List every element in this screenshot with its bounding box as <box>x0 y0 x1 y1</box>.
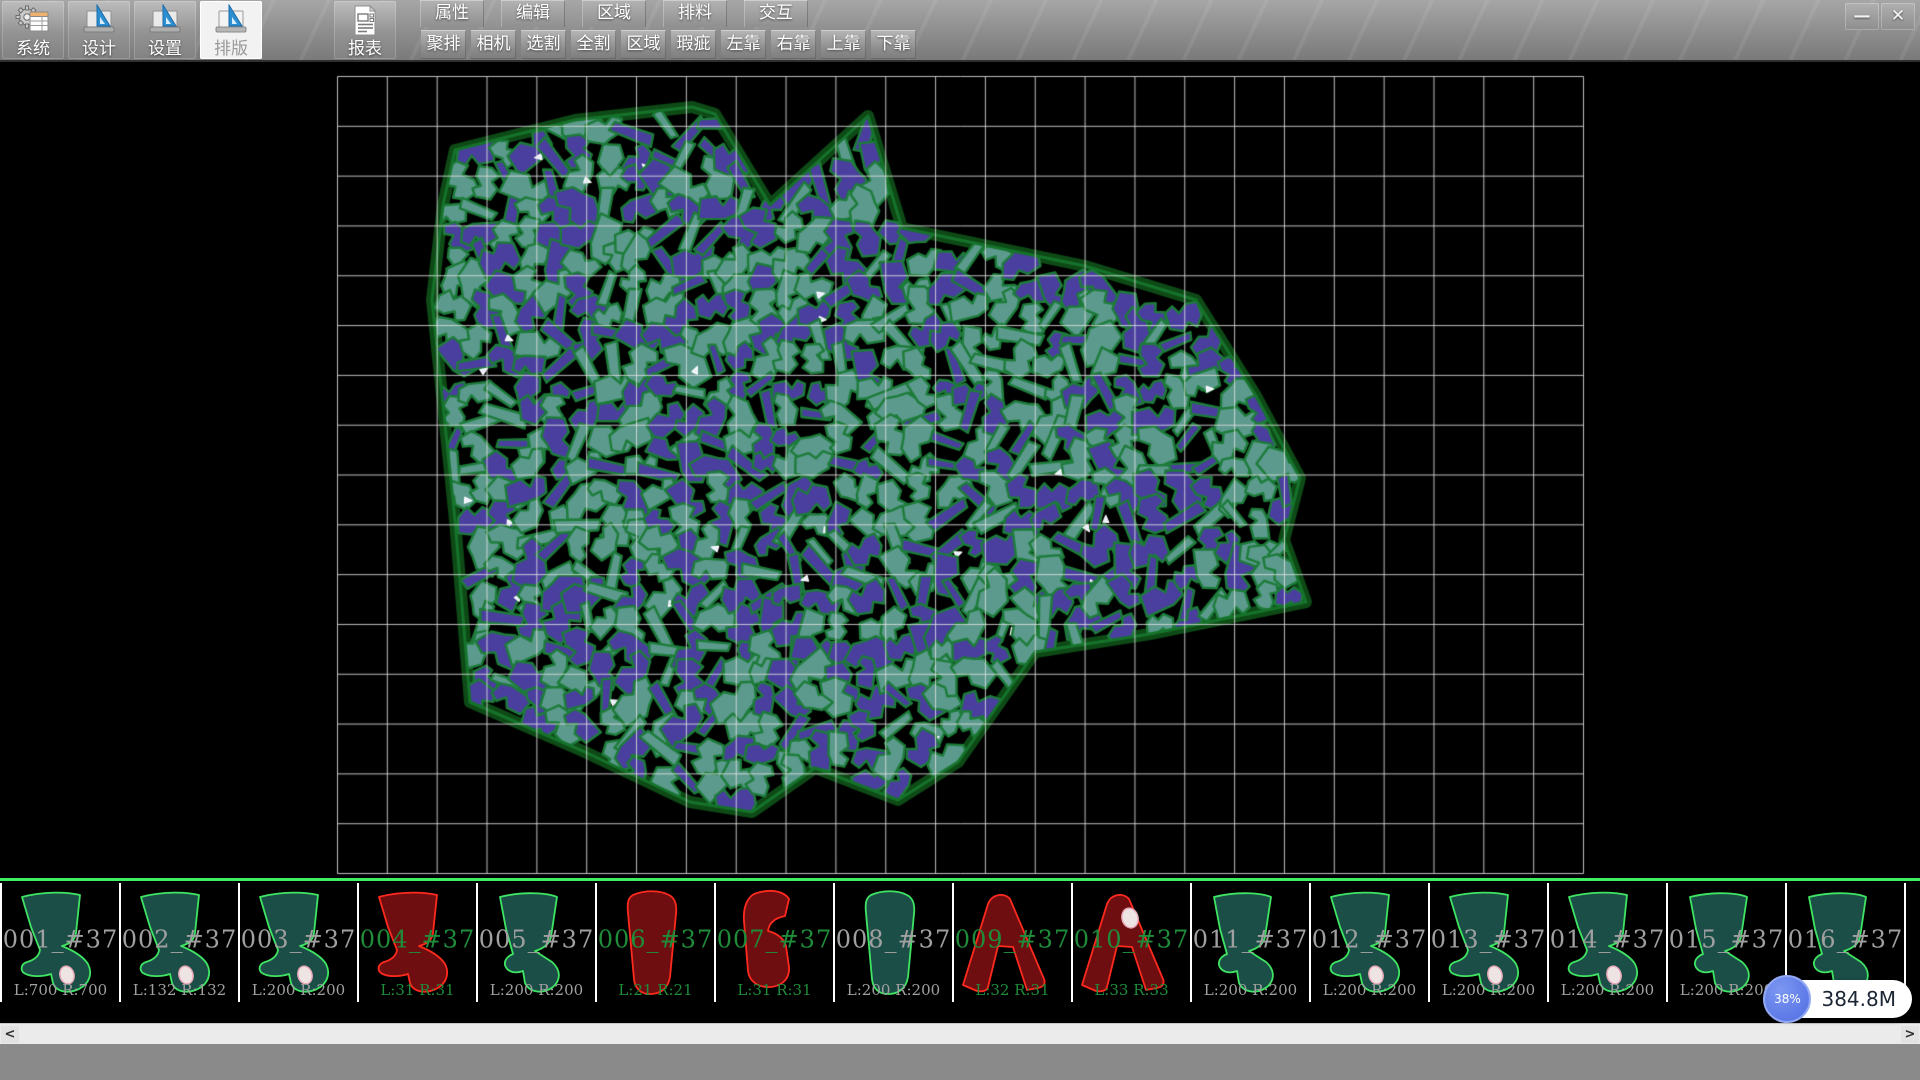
tool-button-align-top[interactable]: 上靠 <box>821 30 866 59</box>
piece-thumbnail <box>1906 883 1920 1002</box>
piece-lr-count: L:700 R:700 <box>2 981 119 999</box>
nesting-canvas[interactable] <box>0 62 1920 878</box>
nesting-workspace[interactable] <box>0 62 1920 878</box>
design-ruler-icon <box>81 4 117 39</box>
piece-tile[interactable]: 011_#37 L:200 R:200 <box>1192 883 1311 1002</box>
piece-tile[interactable]: 013_#37 L:200 R:200 <box>1430 883 1549 1002</box>
piece-name: 008_#37 <box>835 925 952 953</box>
piece-name: 006_#37 <box>597 925 714 953</box>
piece-lr-count: L:200 R:200 <box>1430 981 1547 999</box>
tool-button-cluster-nest[interactable]: 聚排 <box>421 30 466 59</box>
toolbar-button-label: 设计 <box>82 39 116 59</box>
toolbar-button-design[interactable]: 设计 <box>68 1 130 59</box>
piece-name: 012_#37 <box>1311 925 1428 953</box>
scroll-right-arrow-icon[interactable]: > <box>1901 1026 1919 1043</box>
menu-tab-nesting[interactable]: 排料 <box>663 0 727 27</box>
piece-name: 014_#37 <box>1549 925 1666 953</box>
piece-tile[interactable]: 008_#37 L:200 R:200 <box>835 883 954 1002</box>
piece-lr-count: L:21 R:21 <box>597 981 714 999</box>
menu-tab-edit[interactable]: 编辑 <box>501 0 565 27</box>
piece-lr-count: L:132 R:132 <box>121 981 238 999</box>
pieces-strip: 001_#37 L:700 R:700 002_#37 L:132 R:132 … <box>0 878 1920 1023</box>
tool-button-region[interactable]: 区域 <box>621 30 666 59</box>
piece-tile-list: 001_#37 L:700 R:700 002_#37 L:132 R:132 … <box>0 883 1920 1002</box>
tool-button-align-left[interactable]: 左靠 <box>721 30 766 59</box>
piece-tile[interactable]: 006_#37 L:21 R:21 <box>597 883 716 1002</box>
piece-lr-count: L:200 R:200 <box>1549 981 1666 999</box>
piece-lr-count: L:200 R:200 <box>835 981 952 999</box>
piece-tile[interactable]: 001_#37 L:700 R:700 <box>2 883 121 1002</box>
toolbar-button-settings[interactable]: 设置 <box>134 1 196 59</box>
piece-name: 010_#37 <box>1073 925 1190 953</box>
horizontal-scrollbar[interactable]: < > <box>0 1023 1920 1044</box>
piece-tile[interactable]: 007_#37 L:31 R:31 <box>716 883 835 1002</box>
piece-name: 004_#37 <box>359 925 476 953</box>
piece-lr-count: L:200 R:200 <box>478 981 595 999</box>
piece-tile[interactable]: 005_#37 L:200 R:200 <box>478 883 597 1002</box>
piece-lr-count: L:31 R:31 <box>716 981 833 999</box>
main-toolbar: 系统 设计 设置 <box>0 0 1920 62</box>
piece-lr-count: L:200 R:200 <box>240 981 357 999</box>
piece-lr-count: L:200 R:200 <box>1192 981 1309 999</box>
piece-name: 015_#37 <box>1668 925 1785 953</box>
piece-tile[interactable]: 014_#37 L:200 R:200 <box>1549 883 1668 1002</box>
settings-ruler-icon <box>147 4 183 39</box>
report-document-icon <box>347 4 383 39</box>
piece-tile[interactable]: 004_#37 L:31 R:31 <box>359 883 478 1002</box>
scroll-left-arrow-icon[interactable]: < <box>1 1026 19 1043</box>
toolbar-button-label: 排版 <box>214 39 248 59</box>
menu-tab-interaction[interactable]: 交互 <box>744 0 808 27</box>
piece-name: 002_#37 <box>121 925 238 953</box>
memory-usage-badge: 38% 384.8M <box>1767 980 1912 1018</box>
toolbar-button-report[interactable]: 报表 <box>334 1 396 59</box>
piece-tile[interactable] <box>1906 883 1920 1002</box>
piece-lr-count: L:32 R:31 <box>954 981 1071 999</box>
tool-button-align-right[interactable]: 右靠 <box>771 30 816 59</box>
piece-name: 011_#37 <box>1192 925 1309 953</box>
piece-name: 013_#37 <box>1430 925 1547 953</box>
menu-tab-properties[interactable]: 属性 <box>420 0 484 27</box>
memory-size-label: 384.8M <box>1821 987 1896 1011</box>
piece-name: 003_#37 <box>240 925 357 953</box>
piece-name: 001_#37 <box>2 925 119 953</box>
minimize-button[interactable]: — <box>1845 3 1879 30</box>
tool-button-camera[interactable]: 相机 <box>471 30 516 59</box>
toolbar-button-system[interactable]: 系统 <box>2 1 64 59</box>
tool-button-defect[interactable]: 瑕疵 <box>671 30 716 59</box>
menu-tab-region[interactable]: 区域 <box>582 0 646 27</box>
status-bar <box>0 1044 1920 1080</box>
piece-name: 005_#37 <box>478 925 595 953</box>
piece-name: 009_#37 <box>954 925 1071 953</box>
close-button[interactable]: ✕ <box>1881 3 1915 30</box>
tool-button-align-bottom[interactable]: 下靠 <box>871 30 916 59</box>
piece-tile[interactable]: 012_#37 L:200 R:200 <box>1311 883 1430 1002</box>
piece-tile[interactable]: 002_#37 L:132 R:132 <box>121 883 240 1002</box>
toolbar-button-label: 设置 <box>148 39 182 59</box>
toolbar-button-label: 系统 <box>16 39 50 59</box>
tool-button-cut-all[interactable]: 全割 <box>571 30 616 59</box>
memory-percent-indicator: 38% <box>1763 975 1811 1023</box>
tool-button-select-cut[interactable]: 选割 <box>521 30 566 59</box>
piece-lr-count: L:31 R:31 <box>359 981 476 999</box>
piece-tile[interactable]: 009_#37 L:32 R:31 <box>954 883 1073 1002</box>
nesting-ruler-icon <box>213 4 249 39</box>
piece-tile[interactable]: 003_#37 L:200 R:200 <box>240 883 359 1002</box>
memory-percent-label: 38% <box>1774 992 1801 1006</box>
piece-name: 016_#37 <box>1787 925 1904 953</box>
piece-tile[interactable]: 010_#37 L:33 R:33 <box>1073 883 1192 1002</box>
piece-lr-count: L:33 R:33 <box>1073 981 1190 999</box>
system-gear-icon <box>15 4 51 39</box>
toolbar-button-nesting[interactable]: 排版 <box>200 1 262 59</box>
piece-lr-count: L:200 R:200 <box>1311 981 1428 999</box>
toolbar-button-label: 报表 <box>348 39 382 59</box>
piece-name: 007_#37 <box>716 925 833 953</box>
